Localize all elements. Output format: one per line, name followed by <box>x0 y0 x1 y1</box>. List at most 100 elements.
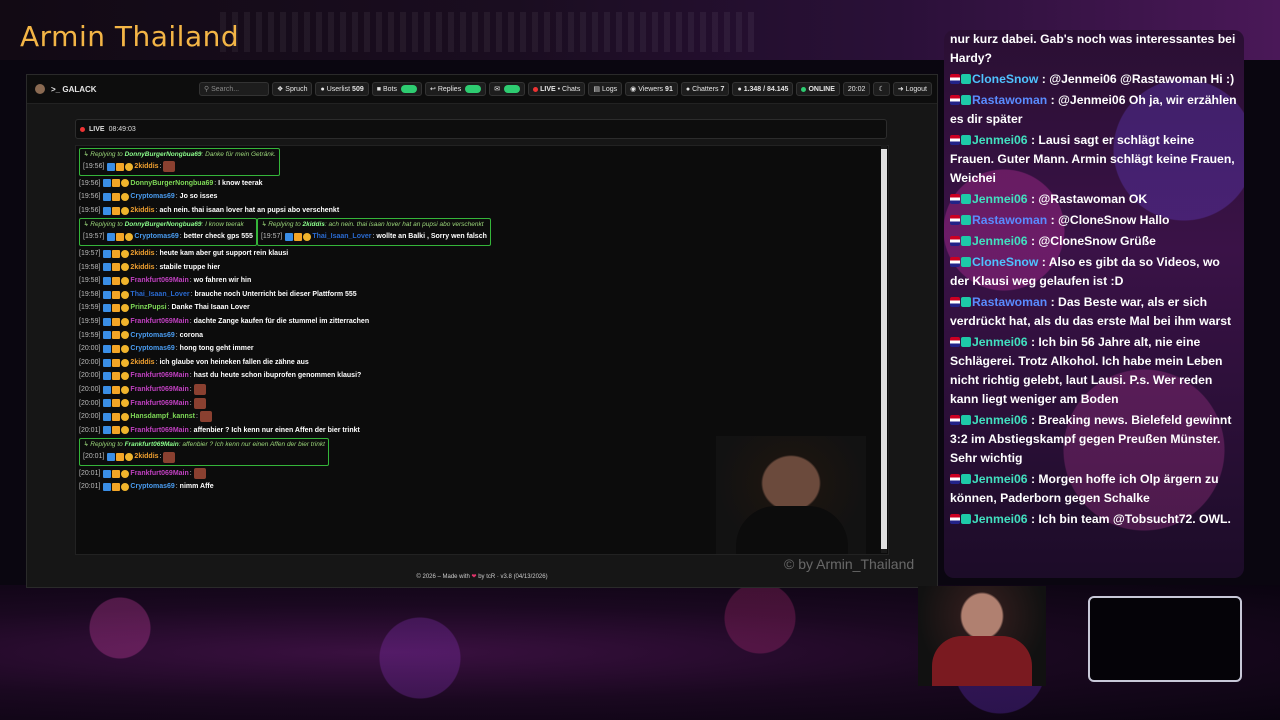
chat-message: [19:58] Thai_Isaan_Lover: brauche noch Un… <box>79 288 869 302</box>
crown-icon <box>112 249 121 258</box>
timestamp: [19:59] <box>79 331 101 339</box>
timestamp: [19:56] <box>79 193 101 201</box>
verified-icon <box>103 290 112 299</box>
crown-icon <box>112 263 121 272</box>
reply-context: ↳ Replying to DonnyBurgerNongbua69: I kn… <box>83 221 244 229</box>
username[interactable]: 2kiddis <box>130 261 154 275</box>
logs-button[interactable]: ▤ Logs <box>588 82 623 96</box>
search-input[interactable]: ⚲ Search... <box>199 82 269 96</box>
verified-icon <box>103 358 112 367</box>
chat-message: [19:58] 2kiddis: stabile truppe hier <box>79 261 869 275</box>
username[interactable]: Cryptomas69 <box>130 342 174 356</box>
user-icon: ● <box>320 85 325 93</box>
username[interactable]: Cryptomas69 <box>134 230 178 244</box>
username[interactable]: Hansdampf_kannst <box>130 410 195 424</box>
bots-toggle[interactable]: ■ Bots <box>371 82 422 96</box>
crown-icon <box>112 290 121 299</box>
badge-icon <box>961 135 971 145</box>
username[interactable]: Cryptomas69 <box>130 480 174 494</box>
toggle-switch[interactable] <box>400 85 417 93</box>
live-label: LIVE <box>89 125 105 133</box>
logs-label: Logs <box>601 85 618 93</box>
timestamp: [19:56] <box>79 206 101 214</box>
logout-button[interactable]: ➜ Logout <box>892 82 933 96</box>
coin-icon <box>121 469 130 478</box>
crown-icon <box>112 412 121 421</box>
theme-toggle[interactable]: ☾ <box>873 82 890 96</box>
username[interactable]: 2kiddis <box>130 356 154 370</box>
username[interactable]: PrinzPupsi <box>130 301 166 315</box>
overlay-username: Jenmei06 <box>972 413 1028 427</box>
timestamp: [20:00] <box>79 399 101 407</box>
username[interactable]: Cryptomas69 <box>130 190 174 204</box>
username[interactable]: Frankfurt069Main <box>130 397 188 411</box>
footer-right: by tcR · v3.8 (04/13/2026) <box>478 574 548 580</box>
crown-icon <box>112 276 121 285</box>
online-label: ONLINE <box>808 85 835 93</box>
chat-message: [19:59] PrinzPupsi: Danke Thai Isaan Love… <box>79 301 869 315</box>
timestamp: [19:56] <box>79 179 101 187</box>
streamer-webcam <box>716 436 866 554</box>
reply-target: Frankfurt069Main <box>124 441 179 449</box>
username[interactable]: Frankfurt069Main <box>130 315 188 329</box>
overlay-chat-message: Jenmei06 : Ich bin 56 Jahre alt, nie ein… <box>950 335 1223 406</box>
username[interactable]: Frankfurt069Main <box>130 369 188 383</box>
verified-icon <box>107 233 116 242</box>
live-chats-button[interactable]: LIVE • Chats <box>528 82 586 96</box>
chat-message: [19:59] Frankfurt069Main: dachte Zange ka… <box>79 315 869 329</box>
viewers-button[interactable]: ◉ Viewers 91 <box>625 82 678 96</box>
username[interactable]: Thai_Isaan_Lover <box>130 288 189 302</box>
verified-icon <box>103 399 112 408</box>
verified-icon <box>103 412 112 421</box>
reply-prefix: ↳ Replying to <box>83 151 125 158</box>
username[interactable]: Frankfurt069Main <box>130 383 188 397</box>
toggle-switch[interactable] <box>465 85 482 93</box>
username[interactable]: 2kiddis <box>130 204 154 218</box>
reply-target: DonnyBurgerNongbua69 <box>124 151 202 158</box>
overlay-username: Rastawoman <box>972 213 1048 227</box>
coin-icon <box>121 399 130 408</box>
overlay-chat-message: Rastawoman : @CloneSnow Hallo <box>950 211 1240 230</box>
username[interactable]: Thai_Isaan_Lover <box>312 230 371 244</box>
chat-scrollbar-thumb[interactable] <box>881 149 887 549</box>
username[interactable]: Cryptomas69 <box>130 329 174 343</box>
reply-context: ↳ Replying to Frankfurt069Main: affenbie… <box>83 441 325 449</box>
chatters-button[interactable]: ● Chatters 7 <box>680 82 730 96</box>
badge-icon <box>961 337 971 347</box>
live-label: LIVE <box>540 85 556 93</box>
reply-target: DonnyBurgerNongbua69 <box>124 221 202 229</box>
username[interactable]: Frankfurt069Main <box>130 467 188 481</box>
chat-message: [20:00] 2kiddis: ich glaube von heineken … <box>79 356 869 370</box>
crown-icon <box>112 192 121 201</box>
chat-message: [19:57] 2kiddis: heute kam aber gut suppo… <box>79 247 869 261</box>
spruch-button[interactable]: ❖ Spruch <box>272 82 313 96</box>
userlist-button[interactable]: ● Userlist 509 <box>315 82 369 96</box>
bots-label: Bots <box>382 85 397 93</box>
username[interactable]: 2kiddis <box>134 160 158 174</box>
coin-icon <box>121 344 130 353</box>
robot-icon: ■ <box>376 85 381 93</box>
username[interactable]: Frankfurt069Main <box>130 274 188 288</box>
navbar: >_ GALACK ⚲ Search... ❖ Spruch ● Userlist 5… <box>27 75 937 104</box>
eye-icon: ◉ <box>630 86 637 93</box>
username[interactable]: DonnyBurgerNongbua69 <box>130 177 213 191</box>
reply-text: Danke für mein Getränk. <box>205 151 276 158</box>
overlay-chat-message: Jenmei06 : Lausi sagt er schlägt keine F… <box>950 133 1235 185</box>
coin-icon <box>121 358 130 367</box>
reply-context: ↳ Replying to DonnyBurgerNongbua69: Dank… <box>83 151 276 158</box>
timestamp: [19:56] <box>83 163 105 170</box>
chat-toggle[interactable]: ✉ <box>489 82 526 96</box>
brand[interactable]: >_ GALACK <box>35 84 195 94</box>
verified-icon <box>103 263 112 272</box>
viewers-label: Viewers <box>638 85 664 93</box>
toggle-switch[interactable] <box>504 85 521 93</box>
username[interactable]: 2kiddis <box>130 247 154 261</box>
crown-icon <box>112 304 121 313</box>
message-count: 1.348 / 84.145 <box>743 85 789 93</box>
username[interactable]: Frankfurt069Main <box>130 424 188 438</box>
timestamp: [19:58] <box>79 277 101 285</box>
replies-toggle[interactable]: ↩ Replies <box>424 82 487 96</box>
verified-icon <box>103 276 112 285</box>
username[interactable]: 2kiddis <box>134 450 158 464</box>
search-placeholder: Search... <box>211 85 240 93</box>
